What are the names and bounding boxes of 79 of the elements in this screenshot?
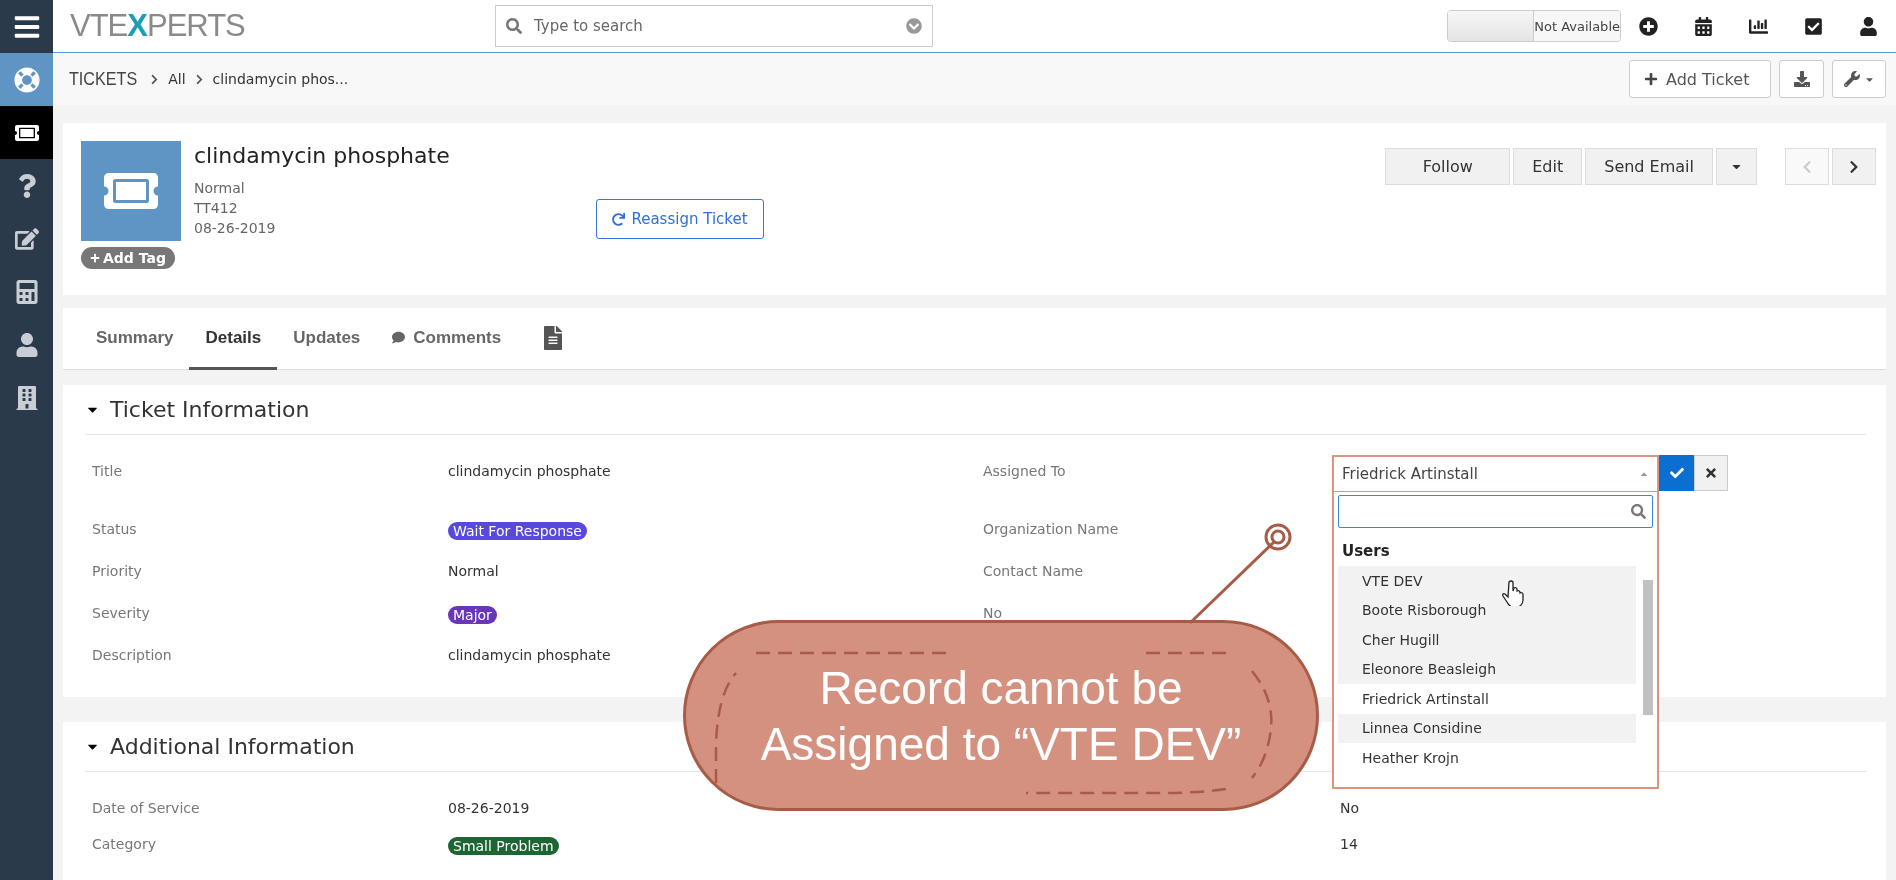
record-title: clindamycin phosphate bbox=[194, 143, 451, 168]
field-label: Priority bbox=[92, 563, 142, 579]
callout-text: Record cannot be Assigned to “VTE DEV” bbox=[759, 660, 1243, 772]
add-tag-button[interactable]: Add Tag bbox=[81, 247, 175, 269]
field-label: No bbox=[983, 605, 1003, 621]
dropdown-option[interactable]: Linnea Considine bbox=[1338, 713, 1636, 743]
chevron-down-icon bbox=[906, 18, 922, 34]
field-value: No bbox=[1340, 800, 1360, 816]
field-value: Normal bbox=[448, 563, 499, 579]
edit-icon bbox=[14, 226, 39, 251]
bar-chart-icon[interactable] bbox=[1749, 16, 1768, 36]
calculator-icon bbox=[14, 279, 39, 304]
dropdown-option[interactable]: Eleonore Beasleigh bbox=[1338, 654, 1636, 684]
check-icon bbox=[1669, 466, 1684, 480]
record-detail: Normal bbox=[194, 179, 246, 198]
action-button[interactable]: Edit bbox=[1513, 148, 1583, 185]
add-ticket-button[interactable]: Add Ticket bbox=[1629, 60, 1771, 98]
checkbox-icon[interactable] bbox=[1804, 16, 1823, 36]
search-field[interactable]: Type to search bbox=[495, 5, 933, 47]
refresh-icon bbox=[612, 212, 626, 226]
dropdown-option[interactable]: VTE DEV bbox=[1338, 566, 1636, 596]
save-button[interactable] bbox=[1659, 455, 1694, 491]
dropdown-option[interactable]: Cher Hugill bbox=[1338, 625, 1636, 655]
wrench-icon bbox=[1843, 71, 1860, 87]
status-badge: Major bbox=[448, 606, 497, 624]
field-value: 08-26-2019 bbox=[448, 800, 530, 816]
action-button[interactable]: Send Email bbox=[1585, 148, 1713, 185]
section-title: Ticket Information bbox=[110, 397, 310, 422]
building-icon bbox=[14, 385, 39, 410]
tab[interactable]: Updates bbox=[277, 308, 377, 370]
plus-icon bbox=[1644, 72, 1658, 86]
field-label: Assigned To bbox=[983, 463, 1066, 479]
field-value: 14 bbox=[1340, 836, 1358, 852]
add-icon[interactable] bbox=[1639, 16, 1658, 36]
assigned-to-select[interactable]: Friedrick Artinstall bbox=[1332, 455, 1659, 493]
speech-bubble-icon bbox=[392, 331, 406, 344]
tab[interactable]: Summary bbox=[80, 308, 190, 370]
plus-icon bbox=[90, 253, 100, 263]
search-icon bbox=[506, 18, 522, 34]
field-label: Date of Service bbox=[92, 800, 200, 816]
download-icon bbox=[1793, 71, 1810, 87]
calendar-icon[interactable] bbox=[1694, 16, 1713, 36]
user-icon[interactable] bbox=[1859, 16, 1878, 36]
download-button[interactable] bbox=[1779, 60, 1824, 98]
field-label: Description bbox=[92, 647, 172, 663]
sidebar-item[interactable] bbox=[0, 106, 53, 159]
field-label: Category bbox=[92, 836, 156, 852]
section-title: Additional Information bbox=[110, 734, 355, 759]
status-badge: Wait For Response bbox=[448, 522, 587, 540]
record-detail: 08-26-2019 bbox=[194, 219, 277, 238]
field-label: Status bbox=[92, 521, 137, 537]
tab[interactable]: Details bbox=[189, 308, 278, 370]
breadcrumb-link[interactable]: All bbox=[168, 71, 186, 87]
module-title[interactable]: TICKETS bbox=[69, 68, 138, 90]
field-label: Organization Name bbox=[983, 521, 1119, 537]
field-label: Severity bbox=[92, 605, 150, 621]
close-icon bbox=[1704, 466, 1718, 480]
action-button[interactable]: Follow bbox=[1385, 148, 1511, 185]
field-label: Contact Name bbox=[983, 563, 1084, 579]
tab[interactable]: Comments bbox=[376, 308, 518, 370]
status-badge: Small Problem bbox=[448, 837, 559, 855]
reassign-ticket-button[interactable]: Reassign Ticket bbox=[596, 199, 764, 239]
cancel-button[interactable] bbox=[1694, 455, 1728, 491]
breadcrumb-link[interactable]: clindamycin phos... bbox=[212, 71, 349, 87]
availability-toggle[interactable]: Not Available bbox=[1447, 10, 1621, 42]
lifebuoy-icon[interactable] bbox=[13, 66, 40, 93]
field-label: Title bbox=[92, 463, 122, 479]
user-icon bbox=[14, 332, 39, 357]
group-heading: Users bbox=[1341, 541, 1391, 562]
hand-cursor-icon bbox=[1502, 580, 1524, 606]
field-value: clindamycin phosphate bbox=[448, 463, 611, 479]
search-icon bbox=[1631, 504, 1646, 519]
dropdown-option[interactable]: Boote Risborough bbox=[1338, 595, 1636, 625]
logo: VTEXPERTS bbox=[70, 8, 246, 44]
search-field[interactable] bbox=[1338, 495, 1653, 528]
scrollbar[interactable] bbox=[1643, 580, 1653, 715]
field-value: clindamycin phosphate bbox=[448, 647, 611, 663]
tools-button[interactable] bbox=[1832, 60, 1886, 98]
record-detail: TT412 bbox=[194, 199, 239, 218]
